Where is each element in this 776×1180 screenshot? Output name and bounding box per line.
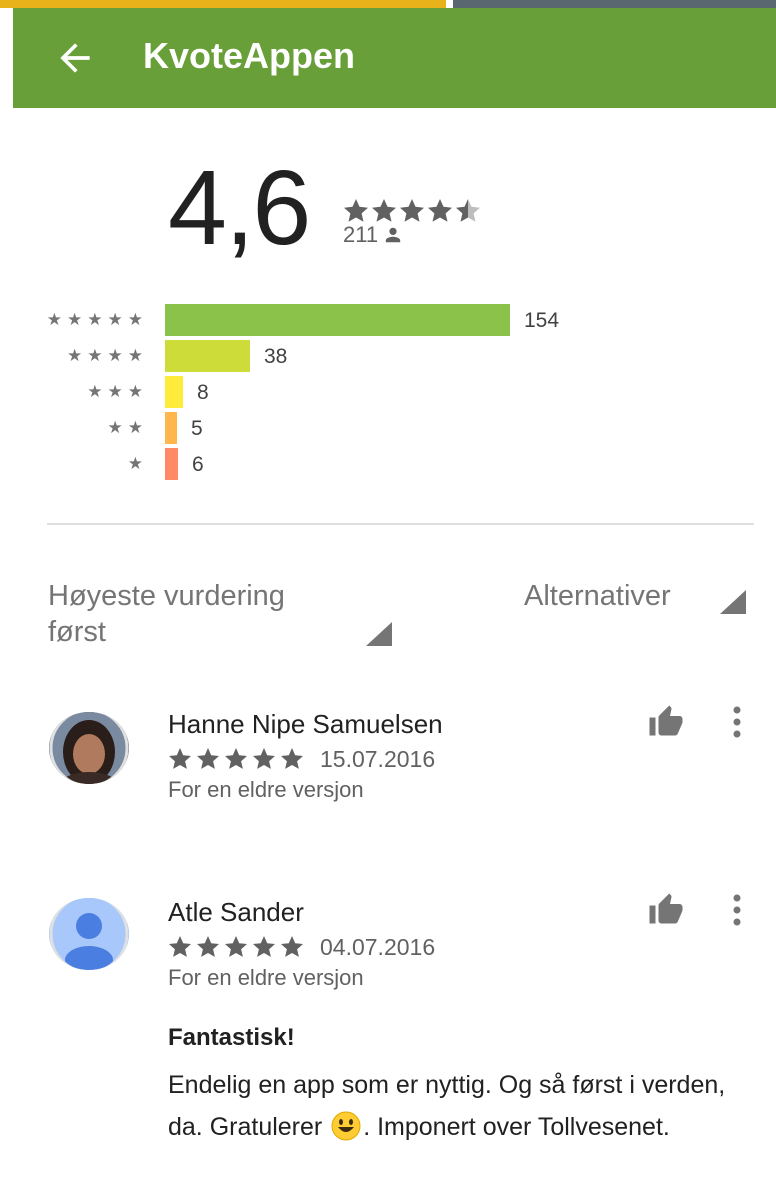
- app-title: KvoteAppen: [143, 35, 356, 76]
- review-title: Fantastisk!: [168, 1024, 295, 1051]
- histogram-bar-3: [165, 376, 183, 408]
- dropdown-corner-icon[interactable]: [720, 590, 746, 614]
- review-body: Endelig en app som er nyttig. Og så førs…: [168, 1064, 758, 1148]
- status-strip-right: [453, 0, 776, 8]
- avatar: [49, 898, 129, 970]
- review-date: 04.07.2016: [320, 933, 436, 960]
- histogram-count-2: 5: [191, 417, 203, 440]
- histogram-row-5: ★★★★★ 154: [40, 304, 740, 336]
- app-bar: KvoteAppen: [13, 8, 776, 108]
- histogram-row-3: ★★★ 8: [40, 376, 740, 408]
- options-dropdown[interactable]: Alternativer: [524, 578, 671, 614]
- histogram-row-1: ★ 6: [40, 448, 740, 480]
- thumbs-up-icon[interactable]: [646, 704, 686, 740]
- histogram-stars-2: ★★: [107, 418, 148, 437]
- review-count-value: 211: [343, 222, 379, 247]
- sort-dropdown[interactable]: Høyeste vurdering først: [48, 578, 328, 650]
- smiley-emoji-icon: [331, 1111, 361, 1141]
- dropdown-corner-icon[interactable]: [366, 622, 392, 646]
- histogram-count-5: 154: [524, 309, 560, 332]
- histogram-row-4: ★★★★ 38: [40, 340, 740, 372]
- histogram-count-3: 8: [197, 381, 209, 404]
- histogram-bar-4: [165, 340, 250, 372]
- histogram-count-4: 38: [264, 345, 288, 368]
- review-stars: [169, 748, 303, 769]
- histogram-stars-3: ★★★: [87, 382, 148, 401]
- user-photo-icon: [49, 712, 129, 784]
- histogram-bar-5: [165, 304, 510, 336]
- more-vert-icon[interactable]: [726, 892, 748, 928]
- reviewer-name: Atle Sander: [168, 897, 304, 927]
- divider: [47, 523, 754, 525]
- histogram-stars-5: ★★★★★: [46, 310, 148, 329]
- histogram-bar-2: [165, 412, 177, 444]
- review-meta: 15.07.2016: [168, 744, 435, 774]
- histogram-stars-4: ★★★★: [67, 346, 148, 365]
- status-strip-left: [0, 0, 446, 8]
- more-vert-icon[interactable]: [726, 704, 748, 740]
- arrow-back-icon[interactable]: [53, 36, 97, 80]
- review-stars: [169, 936, 303, 957]
- review-body-text-2: . Imponert over Tollvesenet.: [363, 1113, 670, 1141]
- person-icon: [385, 227, 401, 243]
- review-date: 15.07.2016: [320, 745, 436, 772]
- review-meta: 04.07.2016: [168, 932, 435, 962]
- histogram-bar-1: [165, 448, 178, 480]
- avatar: [49, 712, 129, 784]
- histogram-stars-1: ★: [127, 454, 148, 473]
- review-count: 211: [343, 222, 402, 248]
- histogram-row-2: ★★ 5: [40, 412, 740, 444]
- reviewer-name: Hanne Nipe Samuelsen: [168, 709, 443, 739]
- histogram-count-1: 6: [192, 453, 204, 476]
- thumbs-up-icon[interactable]: [646, 892, 686, 928]
- average-rating: 4,6: [168, 149, 311, 267]
- version-note: For en eldre versjon: [168, 965, 364, 990]
- version-note: For en eldre versjon: [168, 777, 364, 802]
- summary-stars: [344, 199, 480, 222]
- default-avatar-icon: [49, 898, 129, 970]
